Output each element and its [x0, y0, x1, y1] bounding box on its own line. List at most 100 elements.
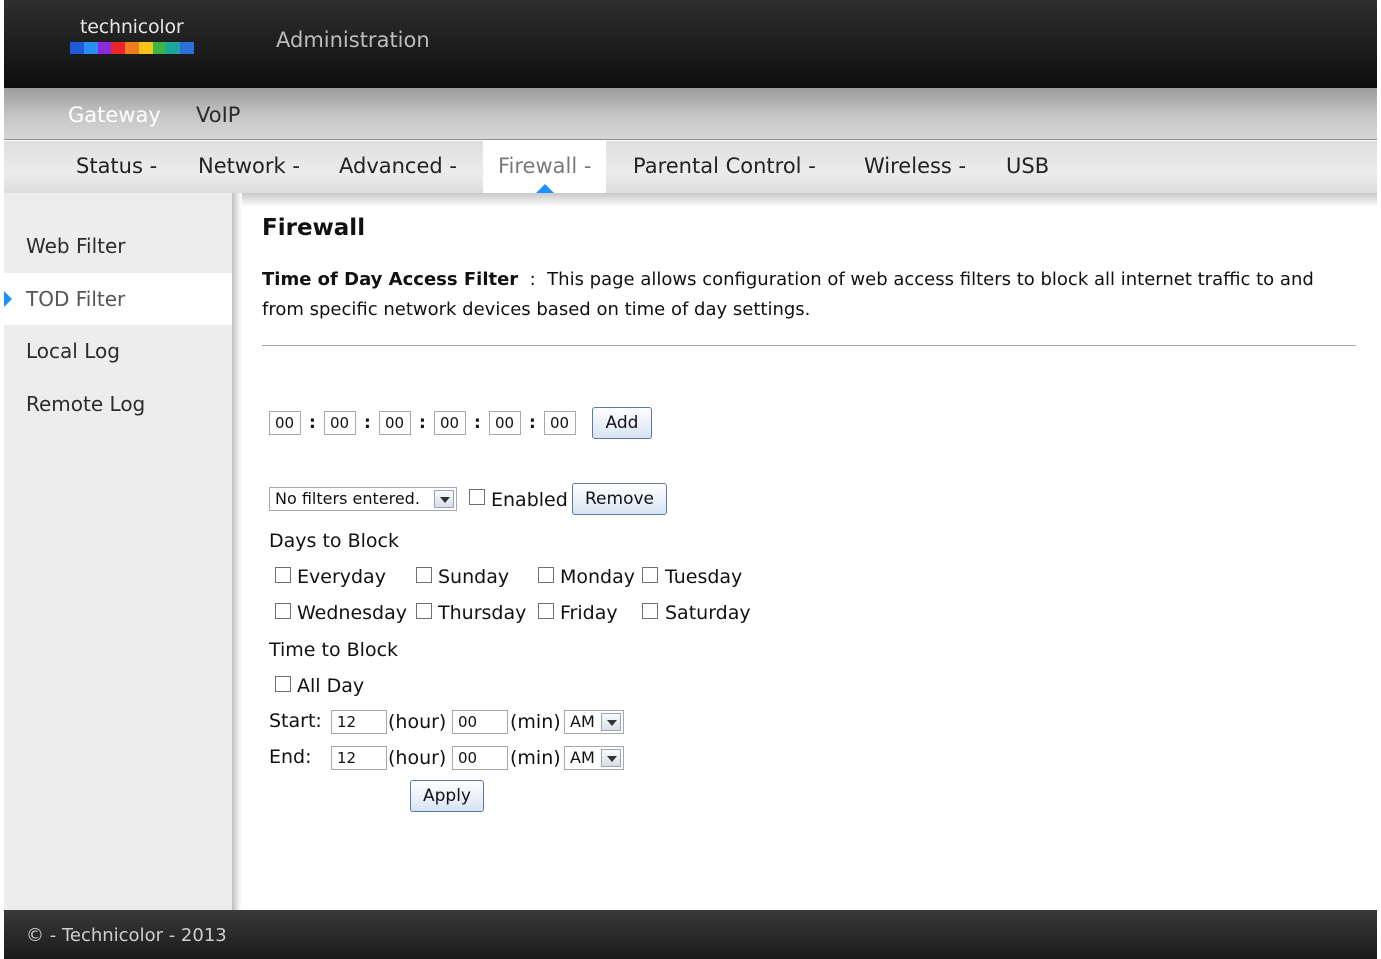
tab-status[interactable]: Status - [76, 141, 157, 193]
mac-octet-2-input[interactable] [324, 411, 356, 435]
logo-color-segment [138, 42, 153, 54]
sidebar-item-label: Web Filter [26, 234, 126, 258]
mac-octet-6-input[interactable] [544, 411, 576, 435]
main-nav-gateway[interactable]: Gateway [68, 103, 161, 127]
mac-separator: : [419, 413, 426, 433]
tuesday-label: Tuesday [665, 566, 743, 588]
logo-color-segment [152, 42, 167, 54]
friday-checkbox[interactable] [538, 603, 554, 619]
all-day-checkbox[interactable] [275, 676, 291, 692]
tuesday-checkbox[interactable] [642, 567, 658, 583]
logo-color-bar [70, 42, 195, 54]
main-nav-voip[interactable]: VoIP [196, 103, 240, 127]
sub-nav: Status - Network - Advanced - Firewall -… [4, 141, 1377, 193]
sidebar-shadow [232, 193, 242, 910]
logo-text: technicolor [80, 16, 184, 38]
tab-firewall[interactable]: Firewall - [483, 141, 607, 193]
everyday-checkbox[interactable] [275, 567, 291, 583]
mac-separator: : [364, 413, 371, 433]
technicolor-logo[interactable]: technicolor [70, 16, 200, 68]
logo-color-segment [83, 42, 98, 54]
friday-label: Friday [560, 602, 618, 624]
monday-label: Monday [560, 566, 636, 588]
mac-octet-5-input[interactable] [489, 411, 521, 435]
end-ampm-value: AM [570, 748, 595, 767]
add-button[interactable]: Add [592, 407, 652, 439]
sidebar-item-label: TOD Filter [26, 287, 126, 311]
copyright-text: © - Technicolor - 2013 [26, 925, 227, 946]
description-label: Time of Day Access Filter [262, 269, 519, 290]
tab-network[interactable]: Network - [198, 141, 300, 193]
days-to-block-heading: Days to Block [269, 530, 399, 552]
active-arrow-icon [4, 291, 12, 307]
end-hour-unit: (hour) [388, 747, 447, 769]
mac-separator: : [474, 413, 481, 433]
monday-checkbox[interactable] [538, 567, 554, 583]
dropdown-arrow-icon [601, 713, 621, 731]
wednesday-checkbox[interactable] [275, 603, 291, 619]
tab-advanced[interactable]: Advanced - [339, 141, 457, 193]
saturday-label: Saturday [665, 602, 751, 624]
tab-usb[interactable]: USB [1006, 141, 1049, 193]
end-hour-input[interactable] [331, 746, 387, 770]
logo-color-segment [166, 42, 181, 54]
top-header: technicolor Administration [4, 0, 1377, 88]
remove-button[interactable]: Remove [572, 483, 667, 515]
app-frame: technicolor Administration Gateway VoIP … [4, 0, 1377, 959]
start-label: Start: [269, 710, 322, 732]
logo-color-segment [70, 42, 84, 54]
saturday-checkbox[interactable] [642, 603, 658, 619]
sidebar-item-web-filter[interactable]: Web Filter [4, 220, 232, 272]
enabled-checkbox[interactable] [469, 489, 485, 505]
logo-color-segment [125, 42, 139, 54]
logo-color-segment [97, 42, 112, 54]
start-hour-input[interactable] [331, 710, 387, 734]
sidebar-item-local-log[interactable]: Local Log [4, 325, 232, 377]
start-ampm-value: AM [570, 712, 595, 731]
main-nav: Gateway VoIP [4, 88, 1377, 140]
mac-octet-4-input[interactable] [434, 411, 466, 435]
mac-octet-3-input[interactable] [379, 411, 411, 435]
end-min-unit: (min) [510, 747, 561, 769]
start-min-input[interactable] [452, 710, 508, 734]
sunday-checkbox[interactable] [416, 567, 432, 583]
end-label: End: [269, 746, 312, 768]
dropdown-arrow-icon [434, 490, 454, 508]
page-description: Time of Day Access Filter : This page al… [262, 265, 1354, 325]
divider [262, 345, 1356, 346]
sunday-label: Sunday [438, 566, 510, 588]
everyday-label: Everyday [297, 566, 386, 588]
tab-parental-control[interactable]: Parental Control - [633, 141, 816, 193]
end-ampm-select[interactable]: AM [564, 746, 624, 770]
filter-select[interactable]: No filters entered. [269, 487, 457, 511]
mac-separator: : [309, 413, 316, 433]
end-min-input[interactable] [452, 746, 508, 770]
footer: © - Technicolor - 2013 [4, 910, 1377, 959]
tab-firewall-label: Firewall - [498, 154, 592, 178]
sidebar-item-label: Local Log [26, 339, 120, 363]
subnav-shadow [242, 193, 1377, 207]
time-to-block-heading: Time to Block [269, 639, 399, 661]
app-title: Administration [276, 28, 430, 52]
sidebar-item-tod-filter[interactable]: TOD Filter [4, 273, 232, 325]
start-hour-unit: (hour) [388, 711, 447, 733]
active-tab-caret-icon [535, 184, 554, 193]
page-title: Firewall [262, 215, 366, 241]
apply-button[interactable]: Apply [410, 780, 484, 812]
start-ampm-select[interactable]: AM [564, 710, 624, 734]
mac-octet-1-input[interactable] [269, 411, 301, 435]
tab-wireless[interactable]: Wireless - [864, 141, 966, 193]
enabled-label: Enabled [491, 489, 568, 511]
wednesday-label: Wednesday [297, 602, 408, 624]
dropdown-arrow-icon [601, 749, 621, 767]
thursday-label: Thursday [438, 602, 527, 624]
logo-color-segment [111, 42, 126, 54]
sidebar-item-remote-log[interactable]: Remote Log [4, 378, 232, 430]
all-day-label: All Day [297, 675, 365, 697]
logo-color-segment [180, 42, 195, 54]
sidebar: Web Filter TOD Filter Local Log Remote L… [4, 193, 232, 910]
sidebar-item-label: Remote Log [26, 392, 146, 416]
mac-separator: : [529, 413, 536, 433]
description-separator: : [529, 269, 536, 290]
thursday-checkbox[interactable] [416, 603, 432, 619]
